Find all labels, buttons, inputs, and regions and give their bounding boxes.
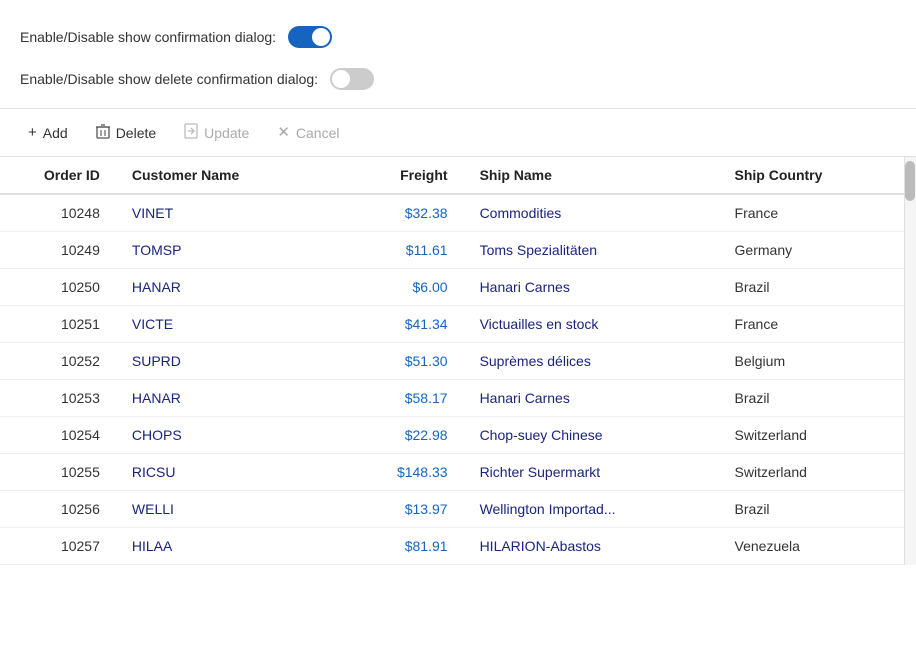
table-row[interactable]: 10255 RICSU $148.33 Richter Supermarkt S… bbox=[0, 454, 904, 491]
cell-shipname: Toms Spezialitäten bbox=[464, 232, 719, 269]
cell-country: Venezuela bbox=[719, 528, 904, 565]
cell-customer: SUPRD bbox=[116, 343, 348, 380]
cell-orderid: 10249 bbox=[0, 232, 116, 269]
cell-freight: $6.00 bbox=[348, 269, 464, 306]
cell-country: Brazil bbox=[719, 380, 904, 417]
table-row[interactable]: 10250 HANAR $6.00 Hanari Carnes Brazil bbox=[0, 269, 904, 306]
cell-freight: $58.17 bbox=[348, 380, 464, 417]
table-row[interactable]: 10248 VINET $32.38 Commodities France bbox=[0, 194, 904, 232]
table-row[interactable]: 10249 TOMSP $11.61 Toms Spezialitäten Ge… bbox=[0, 232, 904, 269]
scrollbar[interactable] bbox=[904, 157, 916, 565]
toggle-delete-label: Enable/Disable show delete confirmation … bbox=[20, 71, 318, 87]
col-header-shipname: Ship Name bbox=[464, 157, 719, 194]
scrollbar-thumb bbox=[905, 161, 915, 201]
toggle-delete-switch[interactable] bbox=[330, 68, 374, 90]
grid-header-row: Order ID Customer Name Freight Ship Name… bbox=[0, 157, 904, 194]
table-row[interactable]: 10254 CHOPS $22.98 Chop-suey Chinese Swi… bbox=[0, 417, 904, 454]
cell-shipname: Victuailles en stock bbox=[464, 306, 719, 343]
update-button[interactable]: Update bbox=[172, 117, 261, 148]
cell-country: France bbox=[719, 194, 904, 232]
cell-country: France bbox=[719, 306, 904, 343]
delete-button[interactable]: Delete bbox=[84, 117, 168, 148]
cell-shipname: Chop-suey Chinese bbox=[464, 417, 719, 454]
cell-country: Switzerland bbox=[719, 417, 904, 454]
cell-freight: $11.61 bbox=[348, 232, 464, 269]
cell-customer: VICTE bbox=[116, 306, 348, 343]
cell-country: Brazil bbox=[719, 491, 904, 528]
col-header-freight: Freight bbox=[348, 157, 464, 194]
cell-shipname: HILARION-Abastos bbox=[464, 528, 719, 565]
cell-shipname: Richter Supermarkt bbox=[464, 454, 719, 491]
delete-icon bbox=[96, 123, 110, 142]
cell-freight: $51.30 bbox=[348, 343, 464, 380]
toggle-delete-row: Enable/Disable show delete confirmation … bbox=[0, 58, 916, 100]
cell-shipname: Hanari Carnes bbox=[464, 269, 719, 306]
cell-country: Switzerland bbox=[719, 454, 904, 491]
grid-scroll-area[interactable]: Order ID Customer Name Freight Ship Name… bbox=[0, 157, 916, 565]
cell-customer: HANAR bbox=[116, 269, 348, 306]
col-header-country: Ship Country bbox=[719, 157, 904, 194]
cell-freight: $81.91 bbox=[348, 528, 464, 565]
toggle-confirmation-row: Enable/Disable show confirmation dialog: bbox=[0, 16, 916, 58]
grid-outer: Order ID Customer Name Freight Ship Name… bbox=[0, 157, 916, 565]
table-row[interactable]: 10253 HANAR $58.17 Hanari Carnes Brazil bbox=[0, 380, 904, 417]
cell-shipname: Hanari Carnes bbox=[464, 380, 719, 417]
cell-freight: $148.33 bbox=[348, 454, 464, 491]
update-icon bbox=[184, 123, 198, 142]
toggle-confirmation-label: Enable/Disable show confirmation dialog: bbox=[20, 29, 276, 45]
add-button[interactable]: + Add bbox=[16, 119, 80, 147]
cell-freight: $13.97 bbox=[348, 491, 464, 528]
cancel-button[interactable]: ✕ Cancel bbox=[265, 119, 351, 147]
cell-freight: $41.34 bbox=[348, 306, 464, 343]
cell-orderid: 10256 bbox=[0, 491, 116, 528]
cell-orderid: 10251 bbox=[0, 306, 116, 343]
cell-shipname: Suprèmes délices bbox=[464, 343, 719, 380]
cell-country: Brazil bbox=[719, 269, 904, 306]
table-row[interactable]: 10256 WELLI $13.97 Wellington Importad..… bbox=[0, 491, 904, 528]
cell-country: Belgium bbox=[719, 343, 904, 380]
update-label: Update bbox=[204, 125, 249, 141]
cell-customer: WELLI bbox=[116, 491, 348, 528]
cell-orderid: 10257 bbox=[0, 528, 116, 565]
add-label: Add bbox=[43, 125, 68, 141]
toggle-confirmation-knob bbox=[312, 28, 330, 46]
cell-customer: TOMSP bbox=[116, 232, 348, 269]
cell-orderid: 10255 bbox=[0, 454, 116, 491]
table-row[interactable]: 10257 HILAA $81.91 HILARION-Abastos Vene… bbox=[0, 528, 904, 565]
delete-label: Delete bbox=[116, 125, 156, 141]
cell-customer: HANAR bbox=[116, 380, 348, 417]
cell-shipname: Commodities bbox=[464, 194, 719, 232]
cell-shipname: Wellington Importad... bbox=[464, 491, 719, 528]
table-row[interactable]: 10251 VICTE $41.34 Victuailles en stock … bbox=[0, 306, 904, 343]
col-header-customer: Customer Name bbox=[116, 157, 348, 194]
cell-freight: $22.98 bbox=[348, 417, 464, 454]
cancel-icon: ✕ bbox=[277, 125, 290, 140]
cell-customer: RICSU bbox=[116, 454, 348, 491]
table-row[interactable]: 10252 SUPRD $51.30 Suprèmes délices Belg… bbox=[0, 343, 904, 380]
cell-orderid: 10254 bbox=[0, 417, 116, 454]
cell-customer: VINET bbox=[116, 194, 348, 232]
cell-orderid: 10252 bbox=[0, 343, 116, 380]
cell-customer: HILAA bbox=[116, 528, 348, 565]
cell-customer: CHOPS bbox=[116, 417, 348, 454]
cell-orderid: 10253 bbox=[0, 380, 116, 417]
data-grid: Order ID Customer Name Freight Ship Name… bbox=[0, 157, 904, 565]
toggle-delete-knob bbox=[332, 70, 350, 88]
cell-country: Germany bbox=[719, 232, 904, 269]
toggle-confirmation-switch[interactable] bbox=[288, 26, 332, 48]
cell-freight: $32.38 bbox=[348, 194, 464, 232]
add-icon: + bbox=[28, 125, 37, 140]
cell-orderid: 10250 bbox=[0, 269, 116, 306]
page-container: Enable/Disable show confirmation dialog:… bbox=[0, 0, 916, 656]
col-header-orderid: Order ID bbox=[0, 157, 116, 194]
cancel-label: Cancel bbox=[296, 125, 340, 141]
toolbar: + Add Delete bbox=[0, 108, 916, 157]
cell-orderid: 10248 bbox=[0, 194, 116, 232]
